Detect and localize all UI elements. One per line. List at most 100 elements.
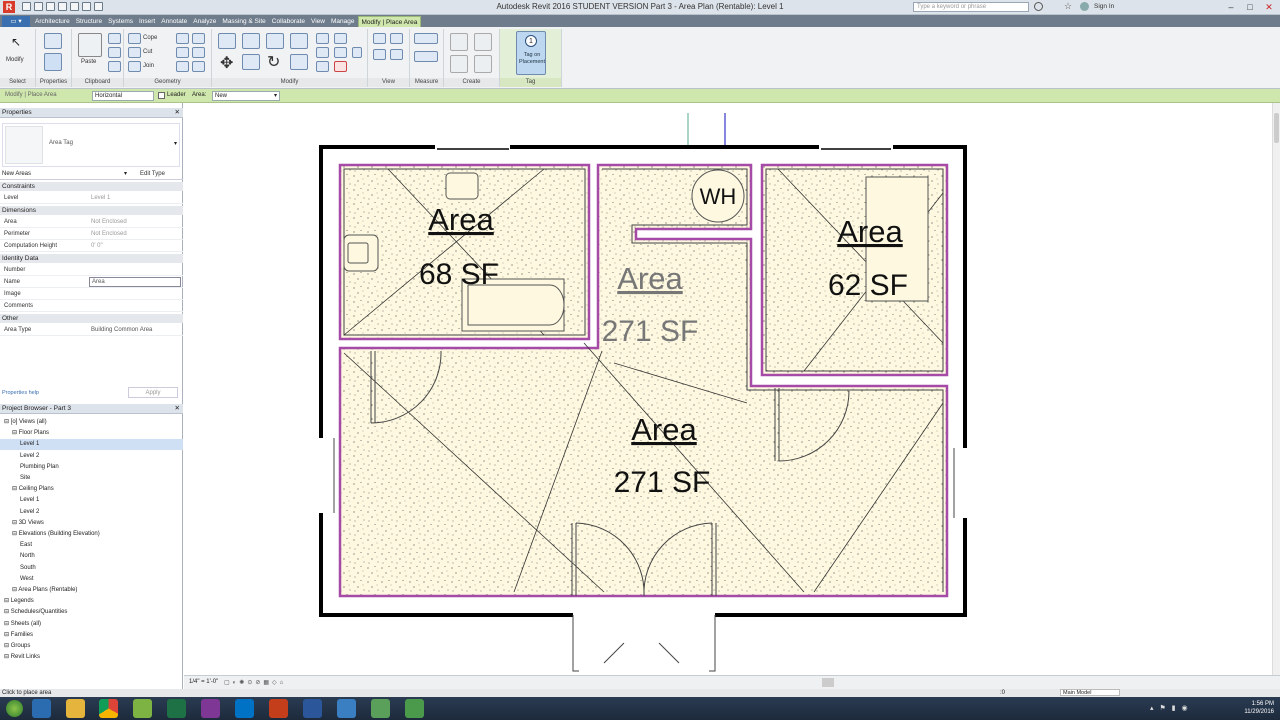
array-icon[interactable] bbox=[316, 47, 329, 58]
properties-icon[interactable] bbox=[44, 53, 62, 71]
prop-level[interactable]: Level Level 1 bbox=[0, 192, 183, 204]
view-scale[interactable]: 1/4" = 1'-0" bbox=[189, 679, 218, 685]
browser-item[interactable]: Level 2 bbox=[0, 451, 183, 462]
copy-element-icon[interactable] bbox=[242, 54, 260, 70]
split-icon[interactable] bbox=[316, 33, 329, 44]
browser-item[interactable]: ⊟ Revit Links bbox=[0, 652, 183, 663]
browser-item[interactable]: ⊟ Ceiling Plans bbox=[0, 484, 183, 495]
camtasia-icon[interactable] bbox=[371, 699, 390, 718]
expand-icon[interactable]: ⊟ bbox=[12, 430, 19, 436]
area-tag-size[interactable]: 68 SF bbox=[419, 258, 499, 291]
browser-item[interactable]: South bbox=[0, 563, 183, 574]
browser-item[interactable]: Level 1 bbox=[0, 495, 183, 506]
instance-filter[interactable]: New Areas ▾ Edit Type bbox=[0, 169, 183, 180]
tab-analyze[interactable]: Analyze bbox=[190, 16, 219, 27]
expand-icon[interactable]: ⊟ bbox=[4, 632, 11, 638]
apply-button[interactable]: Apply bbox=[128, 387, 178, 398]
prop-number[interactable]: Number bbox=[0, 264, 183, 276]
prop-comments[interactable]: Comments bbox=[0, 300, 183, 312]
cursor-icon[interactable]: ↖ bbox=[11, 35, 21, 49]
geometry-tool-2-icon[interactable] bbox=[192, 33, 205, 44]
browser-item[interactable]: ⊟ Legends bbox=[0, 596, 183, 607]
user-icon[interactable] bbox=[1080, 2, 1089, 11]
tag-on-placement-button[interactable]: 1 Tag on Placement bbox=[516, 31, 546, 75]
expand-icon[interactable]: ⊟ bbox=[4, 643, 11, 649]
browser-item[interactable]: ⊟ Sheets (all) bbox=[0, 619, 183, 630]
prop-area-type[interactable]: Area Type Building Common Area bbox=[0, 324, 183, 336]
active-model-select[interactable]: Main Model bbox=[1060, 689, 1120, 696]
browser-item[interactable]: East bbox=[0, 540, 183, 551]
tab-structure[interactable]: Structure bbox=[73, 16, 105, 27]
paste-icon[interactable] bbox=[78, 33, 102, 57]
browser-item[interactable]: ⊟ Groups bbox=[0, 641, 183, 652]
ie-icon[interactable] bbox=[32, 699, 51, 718]
close-button[interactable]: ✕ bbox=[1260, 1, 1278, 13]
browser-item[interactable]: Site bbox=[0, 473, 183, 484]
prop-image[interactable]: Image bbox=[0, 288, 183, 300]
tab-collaborate[interactable]: Collaborate bbox=[269, 16, 308, 27]
create-group-icon[interactable] bbox=[450, 55, 468, 73]
cope-icon[interactable] bbox=[128, 33, 141, 44]
type-selector[interactable]: Area Tag ▾ bbox=[2, 123, 180, 167]
prop-name[interactable]: Name Area bbox=[0, 276, 183, 288]
expand-icon[interactable]: ⊟ bbox=[4, 419, 11, 425]
area-tag-name[interactable]: Area bbox=[631, 412, 697, 447]
area-tag-size[interactable]: 271 SF bbox=[614, 466, 711, 499]
browser-item[interactable]: Level 1 bbox=[0, 439, 183, 451]
maximize-button[interactable]: □ bbox=[1241, 1, 1259, 13]
create-similar-icon[interactable] bbox=[474, 55, 492, 73]
join-icon[interactable] bbox=[128, 61, 141, 72]
scroll-thumb[interactable] bbox=[1274, 113, 1279, 143]
rotate-icon[interactable]: ↻ bbox=[267, 52, 280, 72]
area-tag-name[interactable]: Area bbox=[837, 214, 903, 249]
linework-icon[interactable] bbox=[373, 49, 386, 60]
search-icon[interactable] bbox=[1034, 2, 1043, 11]
edit-type-button[interactable]: Edit Type bbox=[140, 169, 165, 180]
file-menu-button[interactable]: ▭ ▾ bbox=[2, 16, 30, 27]
system-tray-icons[interactable]: ▴ ⚑ ▮ ◉ bbox=[1150, 704, 1220, 713]
browser-item[interactable]: West bbox=[0, 574, 183, 585]
tab-manage[interactable]: Manage bbox=[328, 16, 358, 27]
browser-item[interactable]: ⊟ Floor Plans bbox=[0, 428, 183, 439]
geometry-tool-4-icon[interactable] bbox=[192, 47, 205, 58]
area-select[interactable]: New ▾ bbox=[212, 91, 280, 101]
orientation-select[interactable]: Horizontal bbox=[92, 91, 154, 101]
browser-item[interactable]: ⊟ Elevations (Building Elevation) bbox=[0, 529, 183, 540]
offset-icon[interactable] bbox=[242, 33, 260, 49]
tab-insert[interactable]: Insert bbox=[136, 16, 158, 27]
close-icon[interactable]: ✕ bbox=[175, 404, 180, 414]
sign-in-link[interactable]: Sign In bbox=[1094, 3, 1114, 10]
drawing-area[interactable]: WH Area 68 SF Area 271 SF Area 62 SF Are… bbox=[184, 103, 1272, 675]
create-parts-icon[interactable] bbox=[474, 33, 492, 51]
view-control-icons[interactable]: ▢◐✺⊙⊘▦◇⌂ bbox=[224, 679, 374, 687]
browser-item[interactable]: ⊟ 3D Views bbox=[0, 518, 183, 529]
mirror-axis-icon[interactable] bbox=[266, 33, 284, 49]
revit-taskbar-icon[interactable] bbox=[337, 699, 356, 718]
browser-item[interactable]: Level 2 bbox=[0, 507, 183, 518]
tab-systems[interactable]: Systems bbox=[105, 16, 136, 27]
cut-icon[interactable] bbox=[108, 33, 121, 44]
powerpoint-icon[interactable] bbox=[269, 699, 288, 718]
scale-icon[interactable] bbox=[334, 47, 347, 58]
tab-annotate[interactable]: Annotate bbox=[158, 16, 190, 27]
expand-icon[interactable]: ⊟ bbox=[4, 609, 11, 615]
hide-icon[interactable] bbox=[373, 33, 386, 44]
browser-item[interactable]: ⊟ Families bbox=[0, 630, 183, 641]
mirror-draw-icon[interactable] bbox=[290, 33, 308, 49]
file-explorer-icon[interactable] bbox=[66, 699, 85, 718]
leader-checkbox[interactable] bbox=[158, 92, 165, 99]
type-properties-icon[interactable] bbox=[44, 33, 62, 49]
name-field[interactable]: Area bbox=[89, 277, 181, 287]
browser-item[interactable]: ⊟ [o] Views (all) bbox=[0, 417, 183, 428]
star-icon[interactable]: ☆ bbox=[1064, 1, 1072, 12]
tab-modify-place-area[interactable]: Modify | Place Area bbox=[357, 16, 422, 27]
minimize-button[interactable]: – bbox=[1222, 1, 1240, 13]
pin-icon[interactable] bbox=[316, 61, 329, 72]
move-icon[interactable]: ✥ bbox=[220, 53, 233, 73]
geometry-tool-5-icon[interactable] bbox=[176, 61, 189, 72]
horizontal-scroll-thumb[interactable] bbox=[822, 678, 834, 687]
close-icon[interactable]: ✕ bbox=[175, 108, 180, 118]
tab-architecture[interactable]: Architecture bbox=[32, 16, 73, 27]
cut-geometry-icon[interactable] bbox=[128, 47, 141, 58]
search-input[interactable]: Type a keyword or phrase bbox=[913, 2, 1029, 12]
